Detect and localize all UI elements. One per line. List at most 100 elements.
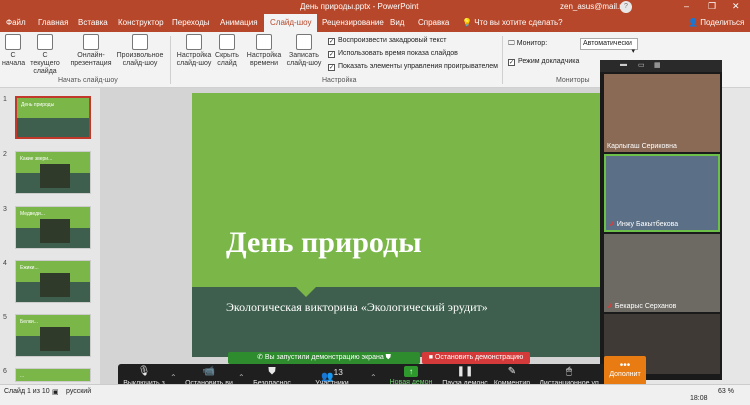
share-button[interactable]: 👤 Поделиться xyxy=(688,18,744,27)
from-current-button[interactable]: С текущего слайда xyxy=(28,34,62,76)
clock: 18:08 xyxy=(690,395,708,402)
shield-icon: ⛊ xyxy=(383,354,391,361)
tab-view[interactable]: Вид xyxy=(390,18,404,27)
thumb-number: 2 xyxy=(3,151,7,158)
video-gallery[interactable]: ▬ ▭ ▦ Карлыгаш Сериковна ✗ Инжу Бакытбеко… xyxy=(600,60,722,380)
checkmark-icon: ✓ xyxy=(328,38,335,45)
restore-icon[interactable]: ❐ xyxy=(708,1,716,12)
monitor-label: 🖵 Монитор: xyxy=(508,40,548,47)
close-icon[interactable]: ✕ xyxy=(732,1,740,12)
record-show-button[interactable]: Записать слайд-шоу xyxy=(284,34,324,68)
chevron-up-icon[interactable]: ⌃ xyxy=(238,373,245,382)
narration-checkbox[interactable]: ✓ Воспроизвести закадровый текст xyxy=(328,37,446,45)
tab-insert[interactable]: Вставка xyxy=(78,18,108,27)
tab-slideshow[interactable]: Слайд-шоу xyxy=(264,14,318,32)
thumb-photo xyxy=(40,327,70,351)
thumb-title: День природы xyxy=(21,102,55,108)
speaker-view-icon[interactable]: ▭ xyxy=(638,61,645,69)
muted-mic-icon: ✗ xyxy=(609,221,615,228)
thumb-title: ... xyxy=(20,373,25,379)
participant-tile[interactable]: ✗ Бекарыс Серханов xyxy=(604,234,720,312)
person-icon: 👤 xyxy=(688,18,701,27)
slide-thumbnails-panel[interactable]: 1 День природы 2 Какие звери... 3 Медвед… xyxy=(0,88,100,384)
thumb-number: 4 xyxy=(3,260,7,267)
share-arrow-icon: ↑ xyxy=(404,366,418,377)
hide-slide-icon xyxy=(219,34,235,50)
shield-icon: ⛊ xyxy=(268,366,276,377)
phone-icon: ✆ xyxy=(257,354,265,361)
group-label-start: Начать слайд-шоу xyxy=(58,77,118,84)
camera-icon: 📹 xyxy=(202,366,216,377)
slide-thumbnail[interactable]: Белки... xyxy=(15,314,91,357)
tab-file[interactable]: Файл xyxy=(6,18,26,27)
user-account[interactable]: zen_asus@mail.ru xyxy=(560,2,626,11)
participants-count: 13 xyxy=(333,367,343,377)
tell-me-search[interactable]: 💡 Что вы хотите сделать? xyxy=(462,18,563,27)
mouse-icon: 🖱 xyxy=(566,366,572,377)
minimize-icon[interactable]: – xyxy=(684,1,689,11)
stop-share-button[interactable]: ■ Остановить демонстрацию xyxy=(422,352,530,364)
media-controls-checkbox[interactable]: ✓ Показать элементы управления проигрыват… xyxy=(328,63,498,71)
slide-thumbnail[interactable]: День природы xyxy=(15,96,91,139)
avatar[interactable]: ? xyxy=(620,1,632,13)
thumb-title: Белки... xyxy=(20,319,38,325)
tab-help[interactable]: Справка xyxy=(418,18,449,27)
slide-editor[interactable]: День природы Экологическая викторина «Эк… xyxy=(100,88,606,384)
thumb-photo xyxy=(40,273,70,297)
thumb-number: 5 xyxy=(3,314,7,321)
online-icon xyxy=(83,34,99,50)
thumb-number: 6 xyxy=(3,368,7,375)
mic-icon: 🎙 xyxy=(137,366,151,377)
lightbulb-icon: 💡 xyxy=(462,18,475,27)
tab-review[interactable]: Рецензирование xyxy=(322,18,384,27)
slide-thumbnail[interactable]: ... xyxy=(15,368,91,382)
custom-show-button[interactable]: Произвольное слайд-шоу xyxy=(116,34,164,68)
tab-home[interactable]: Главная xyxy=(38,18,68,27)
participant-name: Карлыгаш Сериковна xyxy=(607,143,677,150)
slide-thumbnail[interactable]: Ежики... xyxy=(15,260,91,303)
separator xyxy=(170,36,171,84)
slide-title[interactable]: День природы xyxy=(226,226,422,260)
thumb-number: 1 xyxy=(3,96,7,103)
rehearse-timings-button[interactable]: Настройка времени xyxy=(246,34,282,68)
new-share-button[interactable]: ↑ Новая демон xyxy=(386,366,436,386)
participant-tile[interactable]: ✗ Инжу Бакытбекова xyxy=(604,154,720,232)
current-slide[interactable]: День природы Экологическая викторина «Эк… xyxy=(192,93,606,357)
chevron-up-icon[interactable]: ⌃ xyxy=(370,373,377,382)
chevron-up-icon[interactable]: ⌃ xyxy=(170,373,177,382)
gallery-toolbar: ▬ ▭ ▦ xyxy=(600,60,722,72)
setup-show-button[interactable]: Настройка слайд-шоу xyxy=(174,34,214,68)
more-dots-icon: ••• xyxy=(619,360,631,371)
group-label-monitors: Мониторы xyxy=(556,77,590,84)
chevron-down-icon: ▾ xyxy=(631,48,635,55)
presenter-view-checkbox[interactable]: ✓ Режим докладчика xyxy=(508,58,579,66)
minimize-gallery-icon[interactable]: ▬ xyxy=(620,61,627,68)
timings-checkbox[interactable]: ✓ Использовать время показа слайдов xyxy=(328,50,458,58)
online-presentation-button[interactable]: Онлайн-презентация xyxy=(68,34,114,68)
thumb-title: Какие звери... xyxy=(20,156,53,162)
setup-icon xyxy=(186,34,202,50)
slideshow-start-icon xyxy=(5,34,21,50)
title-bar: День природы.pptx - PowerPoint zen_asus@… xyxy=(0,0,750,14)
participant-tile[interactable]: Карлыгаш Сериковна xyxy=(604,74,720,152)
separator xyxy=(502,36,503,84)
slide-thumbnail[interactable]: Какие звери... xyxy=(15,151,91,194)
spellcheck-icon[interactable]: ▣ xyxy=(52,388,59,396)
status-bar: Слайд 1 из 10 ▣ русский 63 % 18:08 xyxy=(0,384,750,405)
language-indicator[interactable]: русский xyxy=(66,388,91,395)
tab-animation[interactable]: Анимация xyxy=(220,18,258,27)
slide-thumbnail[interactable]: Медведи... xyxy=(15,206,91,249)
hide-slide-button[interactable]: Скрыть слайд xyxy=(214,34,240,68)
grid-view-icon[interactable]: ▦ xyxy=(654,61,661,69)
slide-subtitle[interactable]: Экологическая викторина «Экологический э… xyxy=(226,300,488,315)
checkmark-icon: ✓ xyxy=(328,64,335,71)
from-start-button[interactable]: С начала xyxy=(2,34,25,68)
tab-design[interactable]: Конструктор xyxy=(118,18,164,27)
pencil-icon: ✎ xyxy=(507,366,517,377)
doc-title: День природы.pptx - PowerPoint xyxy=(300,2,419,11)
tab-transitions[interactable]: Переходы xyxy=(172,18,210,27)
zoom-level[interactable]: 63 % xyxy=(718,388,734,395)
monitor-select[interactable]: Автоматически ▾ xyxy=(580,38,638,55)
checkmark-icon: ✓ xyxy=(508,59,515,66)
thumb-photo xyxy=(40,219,70,243)
